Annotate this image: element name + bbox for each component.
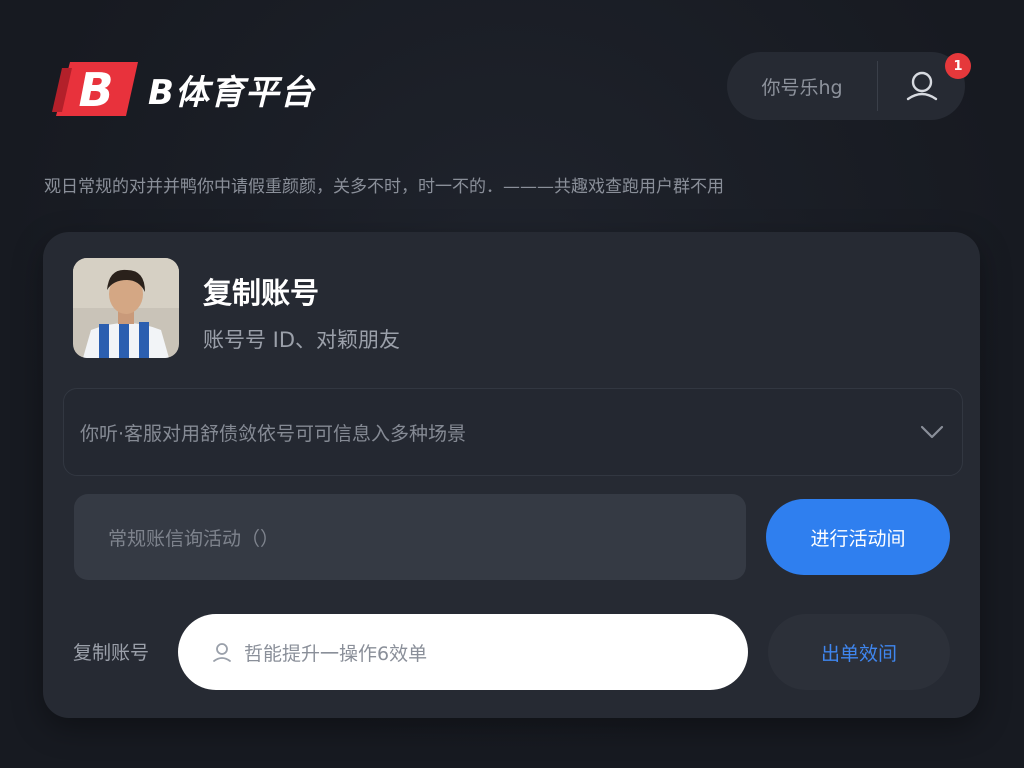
chevron-down-icon [920, 425, 944, 439]
scenario-dropdown[interactable]: 你听·客服对用舒债敛依号可可信息入多种场景 [63, 388, 963, 476]
start-activity-button[interactable]: 进行活动间 [766, 499, 950, 575]
activity-input-placeholder: 常规账信询活动（） [108, 527, 280, 550]
brand-name: B体育平台 [148, 72, 315, 113]
dropdown-selected-value: 你听·客服对用舒债敛依号可可信息入多种场景 [80, 422, 467, 445]
submit-order-button[interactable]: 出单效间 [768, 614, 950, 690]
activity-input[interactable]: 常规账信询活动（） [74, 494, 746, 580]
svg-text:B: B [78, 63, 113, 117]
notice-text: 观日常规的对并并鸭你中请假重颜颜，关多不时，时一不的．———共趣戏查跑用户群不用 [44, 177, 724, 197]
brand-logo[interactable]: B B体育平台 [50, 58, 315, 120]
copy-account-input[interactable]: 哲能提升一操作6效单 [178, 614, 748, 690]
copy-account-placeholder: 哲能提升一操作6效单 [244, 642, 428, 665]
notification-badge[interactable]: 1 [945, 53, 971, 79]
user-avatar-icon [906, 71, 937, 101]
account-card: 复制账号 账号号 ID、对颖朋友 你听·客服对用舒债敛依号可可信息入多种场景 常… [43, 232, 980, 718]
page: B B体育平台 你号乐hg 1 观日常规的对并并鸭你中请假重颜颜，关多不时，时一… [0, 0, 1024, 768]
user-name[interactable]: 你号乐hg [727, 73, 877, 100]
logo-mark-icon: B [52, 62, 138, 117]
profile-photo-image [73, 258, 179, 358]
copy-account-label: 复制账号 [73, 642, 150, 664]
profile-title: 复制账号 [203, 276, 320, 310]
user-menu[interactable]: 你号乐hg 1 [727, 52, 971, 120]
lock-icon [213, 643, 231, 662]
profile-subtitle: 账号号 ID、对颖朋友 [203, 328, 401, 352]
profile-photo [73, 258, 179, 358]
